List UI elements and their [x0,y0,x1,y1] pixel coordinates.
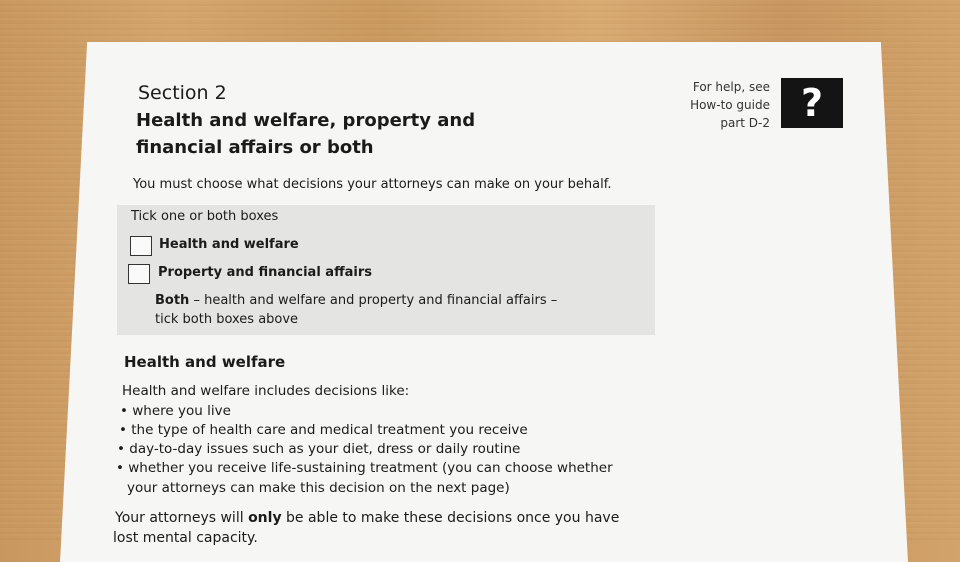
help-line-1: For help, see [692,80,770,94]
tick-instruction: Tick one or both boxes [131,209,279,224]
only-sentence: Your attorneys will only be able to make… [115,510,620,526]
both-line-2: tick both boxes above [155,312,299,327]
help-line-2: How-to guide [690,98,770,112]
title-line-1: Health and welfare, property and [136,110,476,131]
bullet-continuation: your attorneys can make this decision on… [127,480,510,496]
bullet-item: • day-to-day issues such as your diet, d… [117,441,521,457]
help-question-icon: ? [781,78,843,128]
health-welfare-checkbox[interactable] [130,236,152,256]
help-line-3: part D-2 [720,116,770,130]
hw-heading: Health and welfare [124,353,286,371]
both-rest: – health and welfare and property and fi… [189,293,558,308]
help-note: For help, see How-to guide part D-2 [672,78,770,132]
title-line-2: financial affairs or both [136,137,374,158]
both-line-1: Both – health and welfare and property a… [155,293,557,308]
bullet-item: • the type of health care and medical tr… [119,422,528,438]
bullet-item: • whether you receive life-sustaining tr… [116,460,613,476]
bullet-item: • where you live [120,403,231,419]
both-bold: Both [155,293,190,308]
last-line: lost mental capacity. [113,530,258,546]
section-label: Section 2 [138,82,227,104]
property-financial-checkbox[interactable] [128,264,150,284]
health-welfare-label: Health and welfare [159,237,299,252]
hw-intro: Health and welfare includes decisions li… [122,383,410,399]
property-financial-label: Property and financial affairs [158,265,372,280]
intro-text: You must choose what decisions your atto… [133,177,612,192]
